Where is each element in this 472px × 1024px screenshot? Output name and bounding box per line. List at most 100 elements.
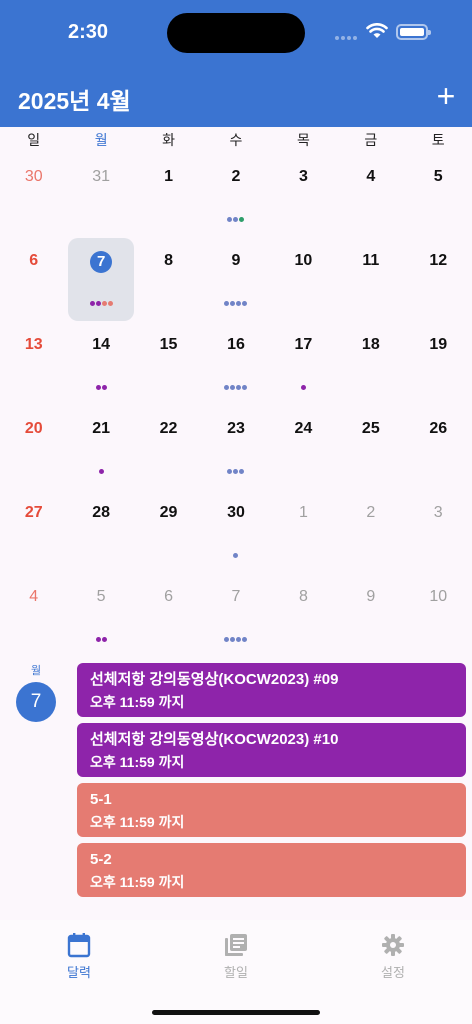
calendar-day-cell[interactable]: 9 (202, 241, 269, 325)
calendar-day-cell[interactable]: 8 (135, 241, 202, 325)
day-number: 9 (366, 588, 376, 605)
calendar-day-cell[interactable]: 5 (67, 577, 134, 661)
calendar-day-cell[interactable]: 1 (270, 493, 337, 577)
calendar-day-cell[interactable]: 6 (135, 577, 202, 661)
calendar-day-cell[interactable]: 11 (337, 241, 404, 325)
calendar-day-cell[interactable]: 5 (405, 157, 472, 241)
event-dot (101, 637, 107, 642)
calendar-day-cell[interactable]: 2 (337, 493, 404, 577)
calendar-day-cell[interactable]: 23 (202, 409, 269, 493)
calendar-day-cell[interactable]: 26 (405, 409, 472, 493)
calendar-day-cell[interactable]: 4 (337, 157, 404, 241)
event-dot (239, 217, 245, 222)
home-indicator (152, 1010, 320, 1015)
calendar-day-cell[interactable]: 6 (0, 241, 67, 325)
day-number: 13 (24, 336, 43, 353)
event-dots (202, 469, 269, 474)
day-number: 8 (164, 252, 173, 269)
calendar-day-cell[interactable]: 3 (405, 493, 472, 577)
calendar-day-cell[interactable]: 13 (0, 325, 67, 409)
day-number: 4 (366, 168, 376, 185)
calendar-day-cell[interactable]: 7 (67, 238, 135, 325)
event-dots (270, 385, 337, 390)
calendar-day-cell[interactable]: 2 (202, 157, 269, 241)
event-item[interactable]: 5-1 오후 11:59 까지 (77, 783, 466, 837)
calendar-day-cell[interactable]: 31 (67, 157, 134, 241)
day-number: 5 (96, 588, 106, 605)
calendar-day-cell[interactable]: 7 (202, 577, 269, 661)
event-dot (227, 217, 233, 222)
calendar-day-cell[interactable]: 24 (270, 409, 337, 493)
event-dot (242, 385, 248, 390)
calendar-day-cell[interactable]: 30 (0, 157, 67, 241)
calendar-day-cell[interactable]: 17 (270, 325, 337, 409)
day-number: 24 (294, 420, 313, 437)
calendar-icon (67, 933, 91, 958)
weekday-thu: 목 (296, 132, 310, 148)
calendar-day-cell[interactable]: 22 (135, 409, 202, 493)
calendar-day-cell[interactable]: 4 (0, 577, 67, 661)
calendar-day-cell[interactable]: 20 (0, 409, 67, 493)
calendar-day-cell[interactable]: 9 (337, 577, 404, 661)
event-item[interactable]: 5-2 오후 11:59 까지 (77, 843, 466, 897)
calendar-grid: 30 31 1 2 3 4 5 6 7 8 9 10 11 12 13 14 15 16 17 18 19 20 21 22 2… (0, 157, 472, 661)
calendar-day-cell[interactable]: 8 (270, 577, 337, 661)
calendar-week-row: 30 31 1 2 3 4 5 (0, 157, 472, 241)
selected-day-number: 7 (16, 682, 56, 722)
event-dot (236, 637, 242, 642)
day-number: 7 (231, 588, 241, 605)
day-number: 27 (24, 504, 43, 521)
calendar-day-cell[interactable]: 27 (0, 493, 67, 577)
day-number: 11 (362, 252, 380, 269)
event-time: 오후 11:59 까지 (90, 754, 185, 770)
add-button[interactable]: + (430, 80, 462, 112)
calendar-day-cell[interactable]: 10 (405, 577, 472, 661)
calendar-day-cell[interactable]: 30 (202, 493, 269, 577)
calendar-day-cell[interactable]: 25 (337, 409, 404, 493)
dynamic-island (167, 13, 305, 53)
event-item[interactable]: 선체저항 강의동영상(KOCW2023) #10 오후 11:59 까지 (77, 723, 466, 777)
calendar-day-cell[interactable]: 28 (67, 493, 134, 577)
calendar-day-cell[interactable]: 14 (67, 325, 134, 409)
day-number: 8 (298, 588, 308, 605)
event-dot (101, 385, 107, 390)
calendar-day-cell[interactable]: 3 (270, 157, 337, 241)
event-title: 선체저항 강의동영상(KOCW2023) #09 (90, 671, 339, 688)
calendar-day-cell[interactable]: 29 (135, 493, 202, 577)
calendar-week-row: 27 28 29 30 1 2 3 (0, 493, 472, 577)
day-number: 3 (298, 168, 308, 185)
tab-label: 할일 (224, 965, 248, 980)
day-number: 1 (298, 504, 308, 521)
tab-todo[interactable]: 할일 (196, 932, 276, 981)
day-number: 30 (227, 504, 245, 521)
event-dots (67, 469, 134, 474)
weekday-wed: 수 (229, 132, 243, 148)
weekday-sat: 토 (431, 132, 445, 148)
day-number: 2 (231, 168, 241, 185)
calendar-day-cell[interactable]: 16 (202, 325, 269, 409)
calendar-week-row: 4 5 6 7 8 9 10 (0, 577, 472, 661)
day-number: 29 (159, 504, 178, 521)
event-dot (95, 385, 101, 390)
calendar-day-cell[interactable]: 12 (405, 241, 472, 325)
day-number: 28 (92, 504, 111, 521)
list-icon (225, 934, 247, 956)
calendar-day-cell[interactable]: 1 (135, 157, 202, 241)
calendar-day-cell[interactable]: 18 (337, 325, 404, 409)
calendar-day-cell[interactable]: 21 (67, 409, 134, 493)
day-number: 18 (361, 336, 380, 353)
event-dot (230, 637, 236, 642)
tab-calendar[interactable]: 달력 (39, 932, 119, 981)
tab-label: 설정 (381, 965, 405, 980)
day-number: 17 (294, 336, 313, 353)
calendar-week-row: 20 21 22 23 24 25 26 (0, 409, 472, 493)
calendar-day-cell[interactable]: 10 (270, 241, 337, 325)
event-dot (242, 637, 248, 642)
tab-settings[interactable]: 설정 (353, 932, 433, 981)
battery-icon (396, 24, 431, 40)
day-number: 31 (92, 168, 111, 185)
calendar-day-cell[interactable]: 19 (405, 325, 472, 409)
calendar-day-cell[interactable]: 15 (135, 325, 202, 409)
event-item[interactable]: 선체저항 강의동영상(KOCW2023) #09 오후 11:59 까지 (77, 663, 466, 717)
weekday-mon: 월 (94, 132, 108, 148)
